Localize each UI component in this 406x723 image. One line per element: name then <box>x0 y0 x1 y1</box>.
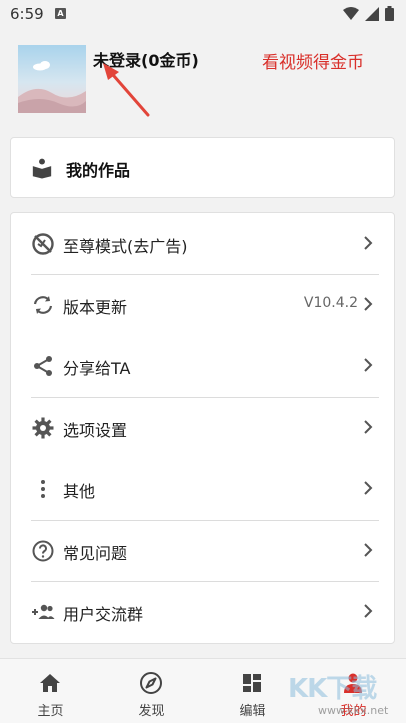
tab-label: 我的 <box>340 704 367 719</box>
tab-label: 编辑 <box>239 704 266 719</box>
notification-icon: A <box>55 8 66 19</box>
menu-label: 版本更新 <box>63 298 128 317</box>
menu-item-settings[interactable]: 选项设置 <box>11 397 396 458</box>
menu-label: 常见问题 <box>63 544 128 563</box>
add-group-icon <box>32 604 55 619</box>
status-icons <box>343 6 394 21</box>
profile-header: 未登录(0金币) 看视频得金币 <box>0 28 406 128</box>
settings-menu: 至尊模式(去广告) 版本更新 V10.4.2 分享给TA 选项设置 其他 常见问… <box>10 212 395 644</box>
tab-label: 主页 <box>37 704 64 719</box>
chevron-right-icon <box>364 543 373 557</box>
home-icon <box>40 674 60 692</box>
menu-label: 分享给TA <box>63 359 131 378</box>
menu-item-premium-mode[interactable]: 至尊模式(去广告) <box>11 213 396 274</box>
menu-label: 用户交流群 <box>63 605 144 624</box>
gear-icon <box>32 417 54 439</box>
menu-item-user-group[interactable]: 用户交流群 <box>11 581 396 642</box>
chevron-right-icon <box>364 358 373 372</box>
avatar[interactable] <box>18 45 86 113</box>
wifi-icon <box>343 6 359 20</box>
chevron-right-icon <box>364 604 373 618</box>
menu-item-share[interactable]: 分享给TA <box>11 335 396 396</box>
more-vert-icon <box>41 480 45 498</box>
share-icon <box>34 356 52 376</box>
sync-icon <box>33 296 53 314</box>
my-works-card[interactable]: 我的作品 <box>10 137 395 198</box>
chevron-right-icon <box>364 420 373 434</box>
avatar-image <box>18 45 86 113</box>
chevron-right-icon <box>364 297 373 311</box>
compass-icon <box>140 672 162 694</box>
signal-icon <box>365 6 379 21</box>
my-works-label: 我的作品 <box>66 161 131 180</box>
tab-edit[interactable]: 编辑 <box>202 659 303 723</box>
menu-label: 其他 <box>63 482 96 501</box>
person-icon <box>344 673 362 693</box>
help-icon <box>32 540 54 562</box>
tab-discover[interactable]: 发现 <box>101 659 202 723</box>
chevron-right-icon <box>364 481 373 495</box>
tab-mine[interactable]: 我的 <box>303 659 404 723</box>
menu-label: 至尊模式(去广告) <box>63 237 188 256</box>
menu-item-faq[interactable]: 常见问题 <box>11 520 396 581</box>
chevron-right-icon <box>364 236 373 250</box>
no-ads-icon <box>32 233 54 255</box>
menu-item-version-update[interactable]: 版本更新 V10.4.2 <box>11 274 396 335</box>
bottom-tab-bar: 主页 发现 编辑 我的 <box>0 658 406 723</box>
annotation-arrow <box>103 63 150 117</box>
version-value: V10.4.2 <box>303 295 358 311</box>
status-bar: 6:59 A <box>0 0 406 28</box>
watch-video-coins-link[interactable]: 看视频得金币 <box>262 48 364 73</box>
dashboard-icon <box>243 674 261 692</box>
book-reader-icon <box>32 158 52 179</box>
battery-icon <box>385 6 394 21</box>
tab-label: 发现 <box>138 704 165 719</box>
tab-home[interactable]: 主页 <box>0 659 101 723</box>
menu-label: 选项设置 <box>63 421 128 440</box>
menu-item-other[interactable]: 其他 <box>11 458 396 519</box>
status-time: 6:59 <box>10 5 44 23</box>
